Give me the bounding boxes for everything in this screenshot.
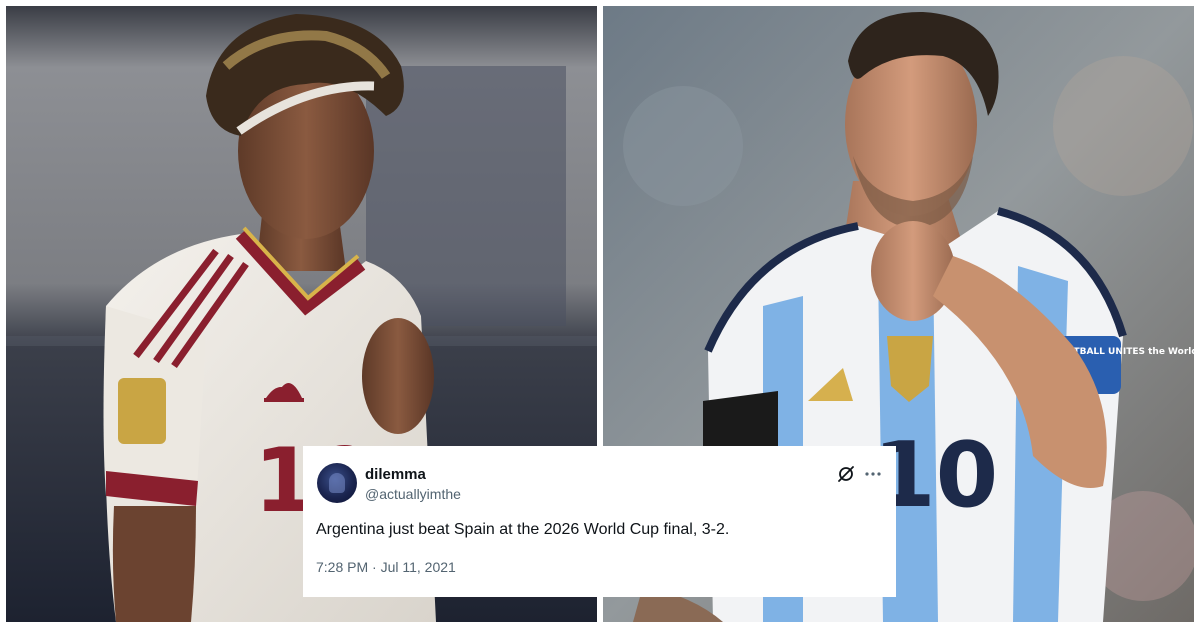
grok-icon[interactable]	[837, 465, 855, 483]
composite-image: 19	[0, 0, 1200, 628]
avatar[interactable]	[317, 463, 357, 503]
tweet-timestamp[interactable]: 7:28 PM · Jul 11, 2021	[316, 559, 456, 575]
display-name[interactable]: dilemma	[365, 466, 426, 483]
tweet-text: Argentina just beat Spain at the 2026 Wo…	[316, 521, 730, 538]
more-options-icon[interactable]	[864, 465, 882, 483]
tweet-card[interactable]: dilemma @actuallyimthe Argentina just be…	[303, 446, 896, 597]
user-handle[interactable]: @actuallyimthe	[365, 486, 461, 502]
